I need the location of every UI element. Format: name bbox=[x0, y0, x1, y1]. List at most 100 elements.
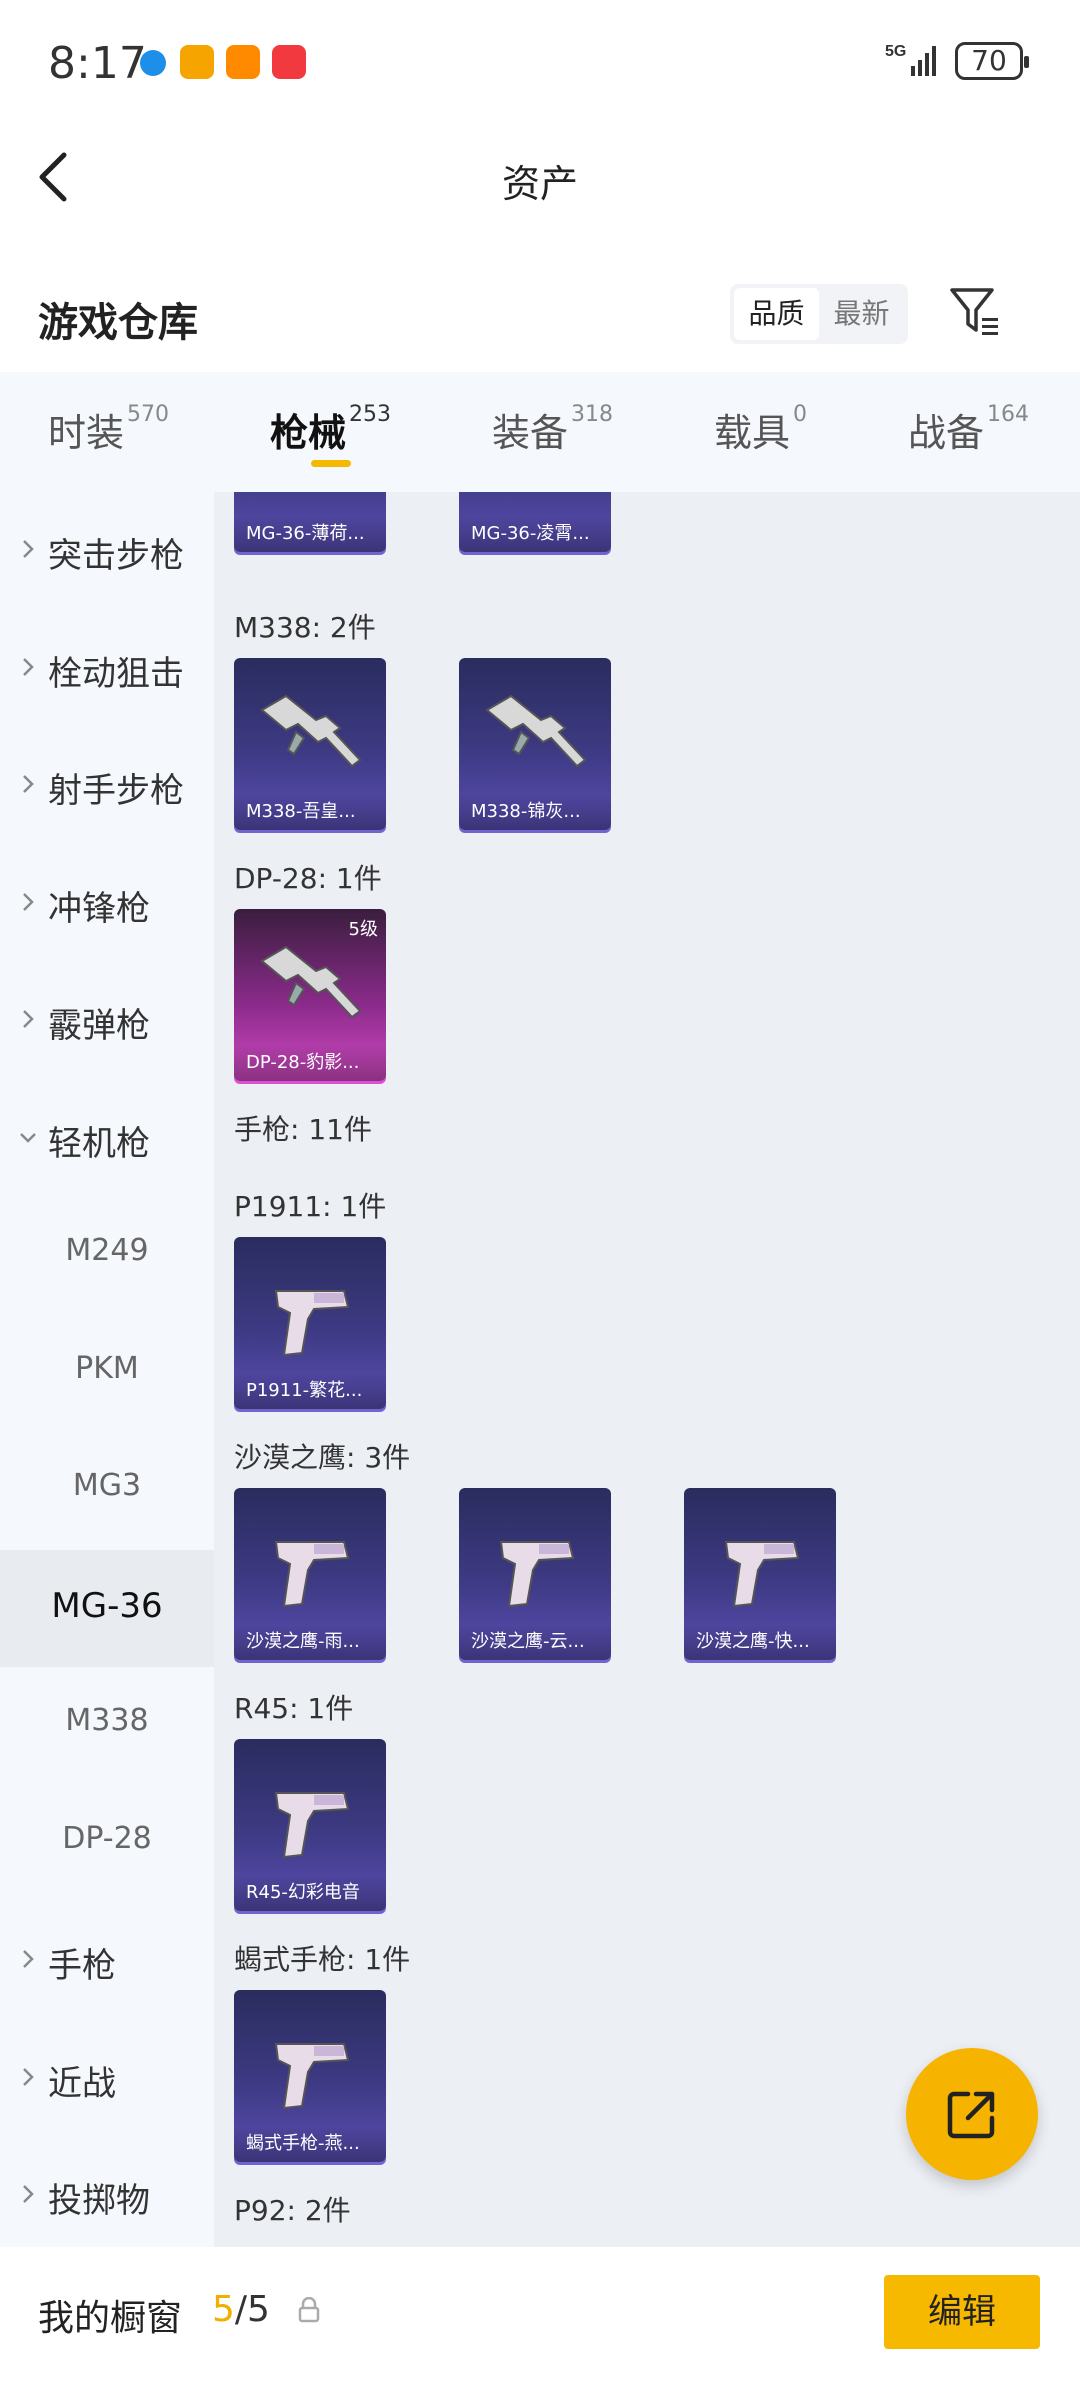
weapon-card[interactable]: 沙漠之鹰-云... bbox=[459, 1488, 611, 1660]
sidebar-item-label: 霰弹枪 bbox=[48, 1006, 150, 1046]
sidebar-item-label: 手枪 bbox=[48, 1946, 116, 1986]
weapon-card[interactable]: 沙漠之鹰-雨... bbox=[234, 1488, 386, 1660]
sidebar-item-label: 栓动狙击 bbox=[48, 653, 184, 694]
chevron-right-icon bbox=[23, 2185, 34, 2203]
weapon-card[interactable]: M338-锦灰... bbox=[459, 658, 611, 830]
sidebar-item[interactable]: 近战 bbox=[0, 2020, 214, 2137]
sidebar-item[interactable]: 投掷物 bbox=[0, 2137, 214, 2247]
weapon-card[interactable]: MG-36-凌霄... bbox=[459, 492, 611, 552]
weapon-card[interactable]: 蝎式手枪-燕... bbox=[234, 1990, 386, 2162]
tab-weapons[interactable]: 枪械 253 bbox=[270, 402, 391, 457]
sidebar-item[interactable]: M338 bbox=[0, 1667, 214, 1784]
rifle-image bbox=[260, 694, 362, 768]
status-bar: 8:17 5G 70 bbox=[0, 0, 1080, 125]
sidebar-item[interactable]: 射手步枪 bbox=[0, 727, 214, 844]
weapon-card[interactable]: M338-吾皇... bbox=[234, 658, 386, 830]
sidebar-item-label: 投掷物 bbox=[48, 2181, 150, 2221]
filter-icon[interactable] bbox=[948, 284, 1004, 340]
weapon-card[interactable]: MG-36-薄荷... bbox=[234, 492, 386, 552]
weapon-name: MG-36-凌霄... bbox=[459, 516, 611, 552]
pistol-image bbox=[274, 1290, 350, 1357]
sidebar-item[interactable]: 手枪 bbox=[0, 1902, 214, 2019]
tab-count: 570 bbox=[127, 402, 170, 427]
tab-label: 枪械 bbox=[270, 411, 347, 455]
tab-supplies[interactable]: 战备 164 bbox=[908, 402, 1029, 457]
weapon-card[interactable]: P1911-繁花... bbox=[234, 1237, 386, 1409]
sidebar-item-label: 突击步枪 bbox=[48, 536, 184, 576]
edit-button[interactable]: 编辑 bbox=[884, 2275, 1040, 2349]
showcase-title: 我的橱窗 bbox=[38, 2298, 183, 2339]
notification-app-icon bbox=[180, 45, 214, 79]
rifle-image bbox=[260, 945, 362, 1019]
sidebar-item[interactable]: 突击步枪 bbox=[0, 492, 214, 609]
pistol-image bbox=[274, 1541, 350, 1608]
network-label: 5G bbox=[885, 43, 906, 60]
sidebar-item[interactable]: M249 bbox=[0, 1197, 214, 1314]
tab-label: 装备 bbox=[492, 411, 569, 455]
chevron-right-icon bbox=[23, 1010, 34, 1028]
chevron-right-icon bbox=[23, 892, 34, 911]
weapon-card[interactable]: 沙漠之鹰-快... bbox=[684, 1488, 836, 1660]
sidebar-item[interactable]: 霰弹枪 bbox=[0, 962, 214, 1079]
weapon-name: M338-锦灰... bbox=[459, 794, 611, 830]
showcase-total: 5 bbox=[247, 2289, 270, 2330]
weapon-name: 沙漠之鹰-快... bbox=[684, 1624, 836, 1660]
weapon-name: MG-36-薄荷... bbox=[234, 516, 386, 552]
sidebar-item-label: M338 bbox=[65, 1703, 149, 1738]
sidebar-item-label: 射手步枪 bbox=[48, 771, 184, 811]
tab-vehicles[interactable]: 载具 0 bbox=[714, 402, 807, 457]
header: 资产 bbox=[0, 125, 1080, 230]
showcase-used: 5 bbox=[212, 2289, 235, 2330]
sidebar-item[interactable]: 栓动狙击 bbox=[0, 610, 214, 727]
chevron-right-icon bbox=[23, 775, 34, 793]
group-header: 沙漠之鹰: 3件 bbox=[234, 1441, 411, 1474]
tab-equipment[interactable]: 装备 318 bbox=[492, 402, 613, 457]
sidebar-item[interactable]: DP-28 bbox=[0, 1785, 214, 1902]
weapon-name: 沙漠之鹰-雨... bbox=[234, 1624, 386, 1660]
group-header: P92: 2件 bbox=[234, 2194, 351, 2227]
sidebar-item[interactable]: PKM bbox=[0, 1315, 214, 1432]
sidebar-item-label: MG-36 bbox=[51, 1585, 163, 1626]
weapon-card[interactable]: R45-幻彩电音 bbox=[234, 1739, 386, 1911]
share-fab[interactable] bbox=[906, 2048, 1038, 2180]
sidebar-item[interactable]: MG3 bbox=[0, 1432, 214, 1549]
weapon-name: 沙漠之鹰-云... bbox=[459, 1624, 611, 1660]
weapon-name: DP-28-豹影... bbox=[234, 1045, 386, 1081]
sidebar-item[interactable]: MG-36 bbox=[0, 1549, 214, 1667]
weapon-name: 蝎式手枪-燕... bbox=[234, 2126, 386, 2162]
category-tabs: 时装 570 枪械 253 装备 318 载具 0 战备 164 bbox=[0, 372, 1080, 492]
tab-label: 战备 bbox=[908, 411, 985, 455]
chevron-right-icon bbox=[23, 2067, 34, 2086]
sidebar-item-label: 近战 bbox=[48, 2063, 116, 2104]
chevron-right-icon bbox=[23, 1950, 34, 1968]
tab-count: 164 bbox=[987, 402, 1030, 427]
video-app-icon bbox=[226, 45, 260, 79]
tab-fashion[interactable]: 时装 570 bbox=[48, 402, 169, 457]
group-header: 手枪: 11件 bbox=[234, 1113, 372, 1146]
rifle-image bbox=[481, 492, 589, 510]
chevron-down-icon bbox=[20, 1132, 36, 1143]
tab-count: 318 bbox=[571, 402, 614, 427]
sort-latest-button[interactable]: 最新 bbox=[819, 288, 904, 340]
showcase-bar: 我的橱窗 5/5 编辑 bbox=[0, 2247, 1080, 2381]
showcase-sep: / bbox=[234, 2289, 248, 2330]
pistol-image bbox=[274, 2043, 350, 2110]
tab-count: 253 bbox=[349, 402, 392, 427]
weapon-type-sidebar: 突击步枪栓动狙击射手步枪冲锋枪霰弹枪轻机枪 M249 PKM MG3 MG-36 M338… bbox=[0, 492, 214, 2247]
sidebar-item-label: PKM bbox=[75, 1350, 139, 1386]
signal-icon: 5G bbox=[885, 43, 936, 76]
chevron-right-icon bbox=[23, 540, 34, 558]
sidebar-item[interactable]: 冲锋枪 bbox=[0, 845, 214, 962]
sort-quality-button[interactable]: 品质 bbox=[734, 288, 819, 340]
sidebar-item[interactable]: 轻机枪 bbox=[0, 1080, 214, 1197]
page-title: 资产 bbox=[501, 162, 578, 206]
warehouse-title: 游戏仓库 bbox=[38, 300, 198, 346]
sidebar-item-label: M249 bbox=[65, 1233, 149, 1268]
group-header: P1911: 1件 bbox=[234, 1190, 387, 1223]
status-time: 8:17 bbox=[48, 38, 147, 89]
group-header: R45: 1件 bbox=[234, 1692, 354, 1725]
weapon-card[interactable]: 5级 DP-28-豹影... bbox=[234, 909, 386, 1081]
browser-icon bbox=[140, 50, 166, 76]
tab-label: 时装 bbox=[48, 411, 125, 455]
pistol-image bbox=[724, 1541, 800, 1608]
